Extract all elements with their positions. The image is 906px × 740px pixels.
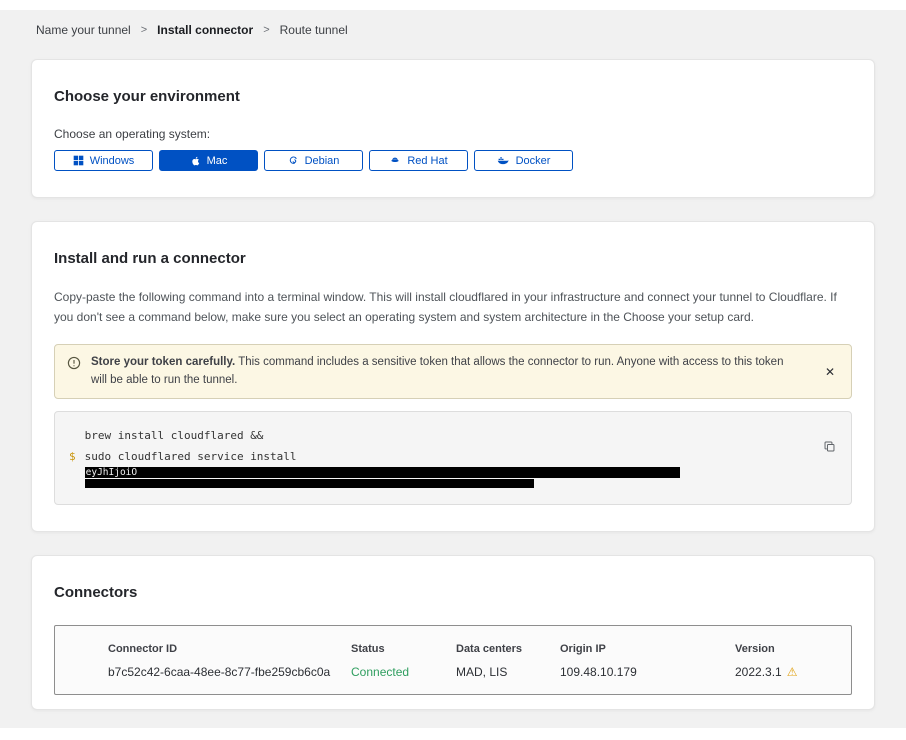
version-warning-icon: ⚠: [787, 665, 798, 679]
command-lines: brew install cloudflared && sudo cloudfl…: [85, 425, 805, 488]
windows-logo-icon: [73, 155, 84, 166]
os-button-label: Mac: [207, 155, 228, 167]
token-warning-text: Store your token carefully. This command…: [91, 354, 811, 390]
install-description: Copy-paste the following command into a …: [54, 287, 852, 328]
os-button-mac[interactable]: Mac: [159, 150, 258, 171]
os-button-docker[interactable]: Docker: [474, 150, 573, 171]
connectors-card-title: Connectors: [54, 584, 852, 601]
os-button-windows[interactable]: Windows: [54, 150, 153, 171]
token-warning-title: Store your token carefully.: [91, 356, 235, 368]
os-button-label: Red Hat: [407, 155, 447, 167]
redhat-logo-icon: [389, 155, 401, 166]
environment-card: Choose your environment Choose an operat…: [31, 59, 875, 198]
install-card-title: Install and run a connector: [54, 250, 852, 267]
alert-circle-icon: [67, 356, 81, 377]
breadcrumb-name-your-tunnel[interactable]: Name your tunnel: [36, 23, 131, 37]
command-line-1: brew install cloudflared &&: [85, 425, 805, 446]
version-value: 2022.3.1: [735, 665, 782, 679]
column-header-data-centers: Data centers: [456, 643, 560, 655]
install-connector-card: Install and run a connector Copy-paste t…: [31, 221, 875, 532]
breadcrumb: Name your tunnel > Install connector > R…: [0, 10, 906, 59]
cell-data-centers: MAD, LIS: [456, 665, 560, 679]
terminal-prompt: $: [69, 446, 76, 488]
breadcrumb-separator: >: [141, 24, 147, 36]
page: Name your tunnel > Install connector > R…: [0, 0, 906, 740]
os-button-group: Windows Mac Debian Red Hat: [54, 150, 852, 171]
copy-command-button[interactable]: [821, 438, 838, 458]
os-button-label: Docker: [516, 155, 551, 167]
column-header-origin-ip: Origin IP: [560, 643, 735, 655]
docker-logo-icon: [497, 155, 510, 166]
connectors-card: Connectors Connector ID Status Data cent…: [31, 555, 875, 710]
token-warning-banner: Store your token carefully. This command…: [54, 344, 852, 400]
os-select-label: Choose an operating system:: [54, 127, 852, 141]
bottom-edge-strip: [0, 728, 906, 740]
warning-close-button[interactable]: ✕: [821, 364, 839, 380]
apple-logo-icon: [190, 155, 201, 167]
os-button-debian[interactable]: Debian: [264, 150, 363, 171]
cell-status: Connected: [351, 665, 456, 679]
breadcrumb-route-tunnel[interactable]: Route tunnel: [280, 23, 348, 37]
breadcrumb-separator: >: [263, 24, 269, 36]
breadcrumb-install-connector[interactable]: Install connector: [157, 23, 253, 37]
install-command-codeblock: $ brew install cloudflared && sudo cloud…: [54, 411, 852, 505]
cell-connector-id: b7c52c42-6caa-48ee-8c77-fbe259cb6c0a: [108, 665, 351, 679]
cell-origin-ip: 109.48.10.179: [560, 665, 735, 679]
os-button-label: Debian: [305, 155, 340, 167]
redacted-token-line-2: [85, 479, 534, 488]
os-button-label: Windows: [90, 155, 135, 167]
cell-version: 2022.3.1 ⚠: [735, 665, 841, 679]
redacted-token-line-1: eyJhIjoiO: [85, 467, 680, 478]
column-header-version: Version: [735, 643, 841, 655]
column-header-connector-id: Connector ID: [108, 643, 351, 655]
os-button-redhat[interactable]: Red Hat: [369, 150, 468, 171]
connectors-table: Connector ID Status Data centers Origin …: [54, 625, 852, 695]
column-header-status: Status: [351, 643, 456, 655]
top-edge-strip: [0, 0, 906, 10]
debian-logo-icon: [288, 155, 299, 166]
copy-icon: [823, 441, 836, 456]
command-line-2: sudo cloudflared service install: [85, 446, 805, 467]
environment-card-title: Choose your environment: [54, 88, 852, 105]
